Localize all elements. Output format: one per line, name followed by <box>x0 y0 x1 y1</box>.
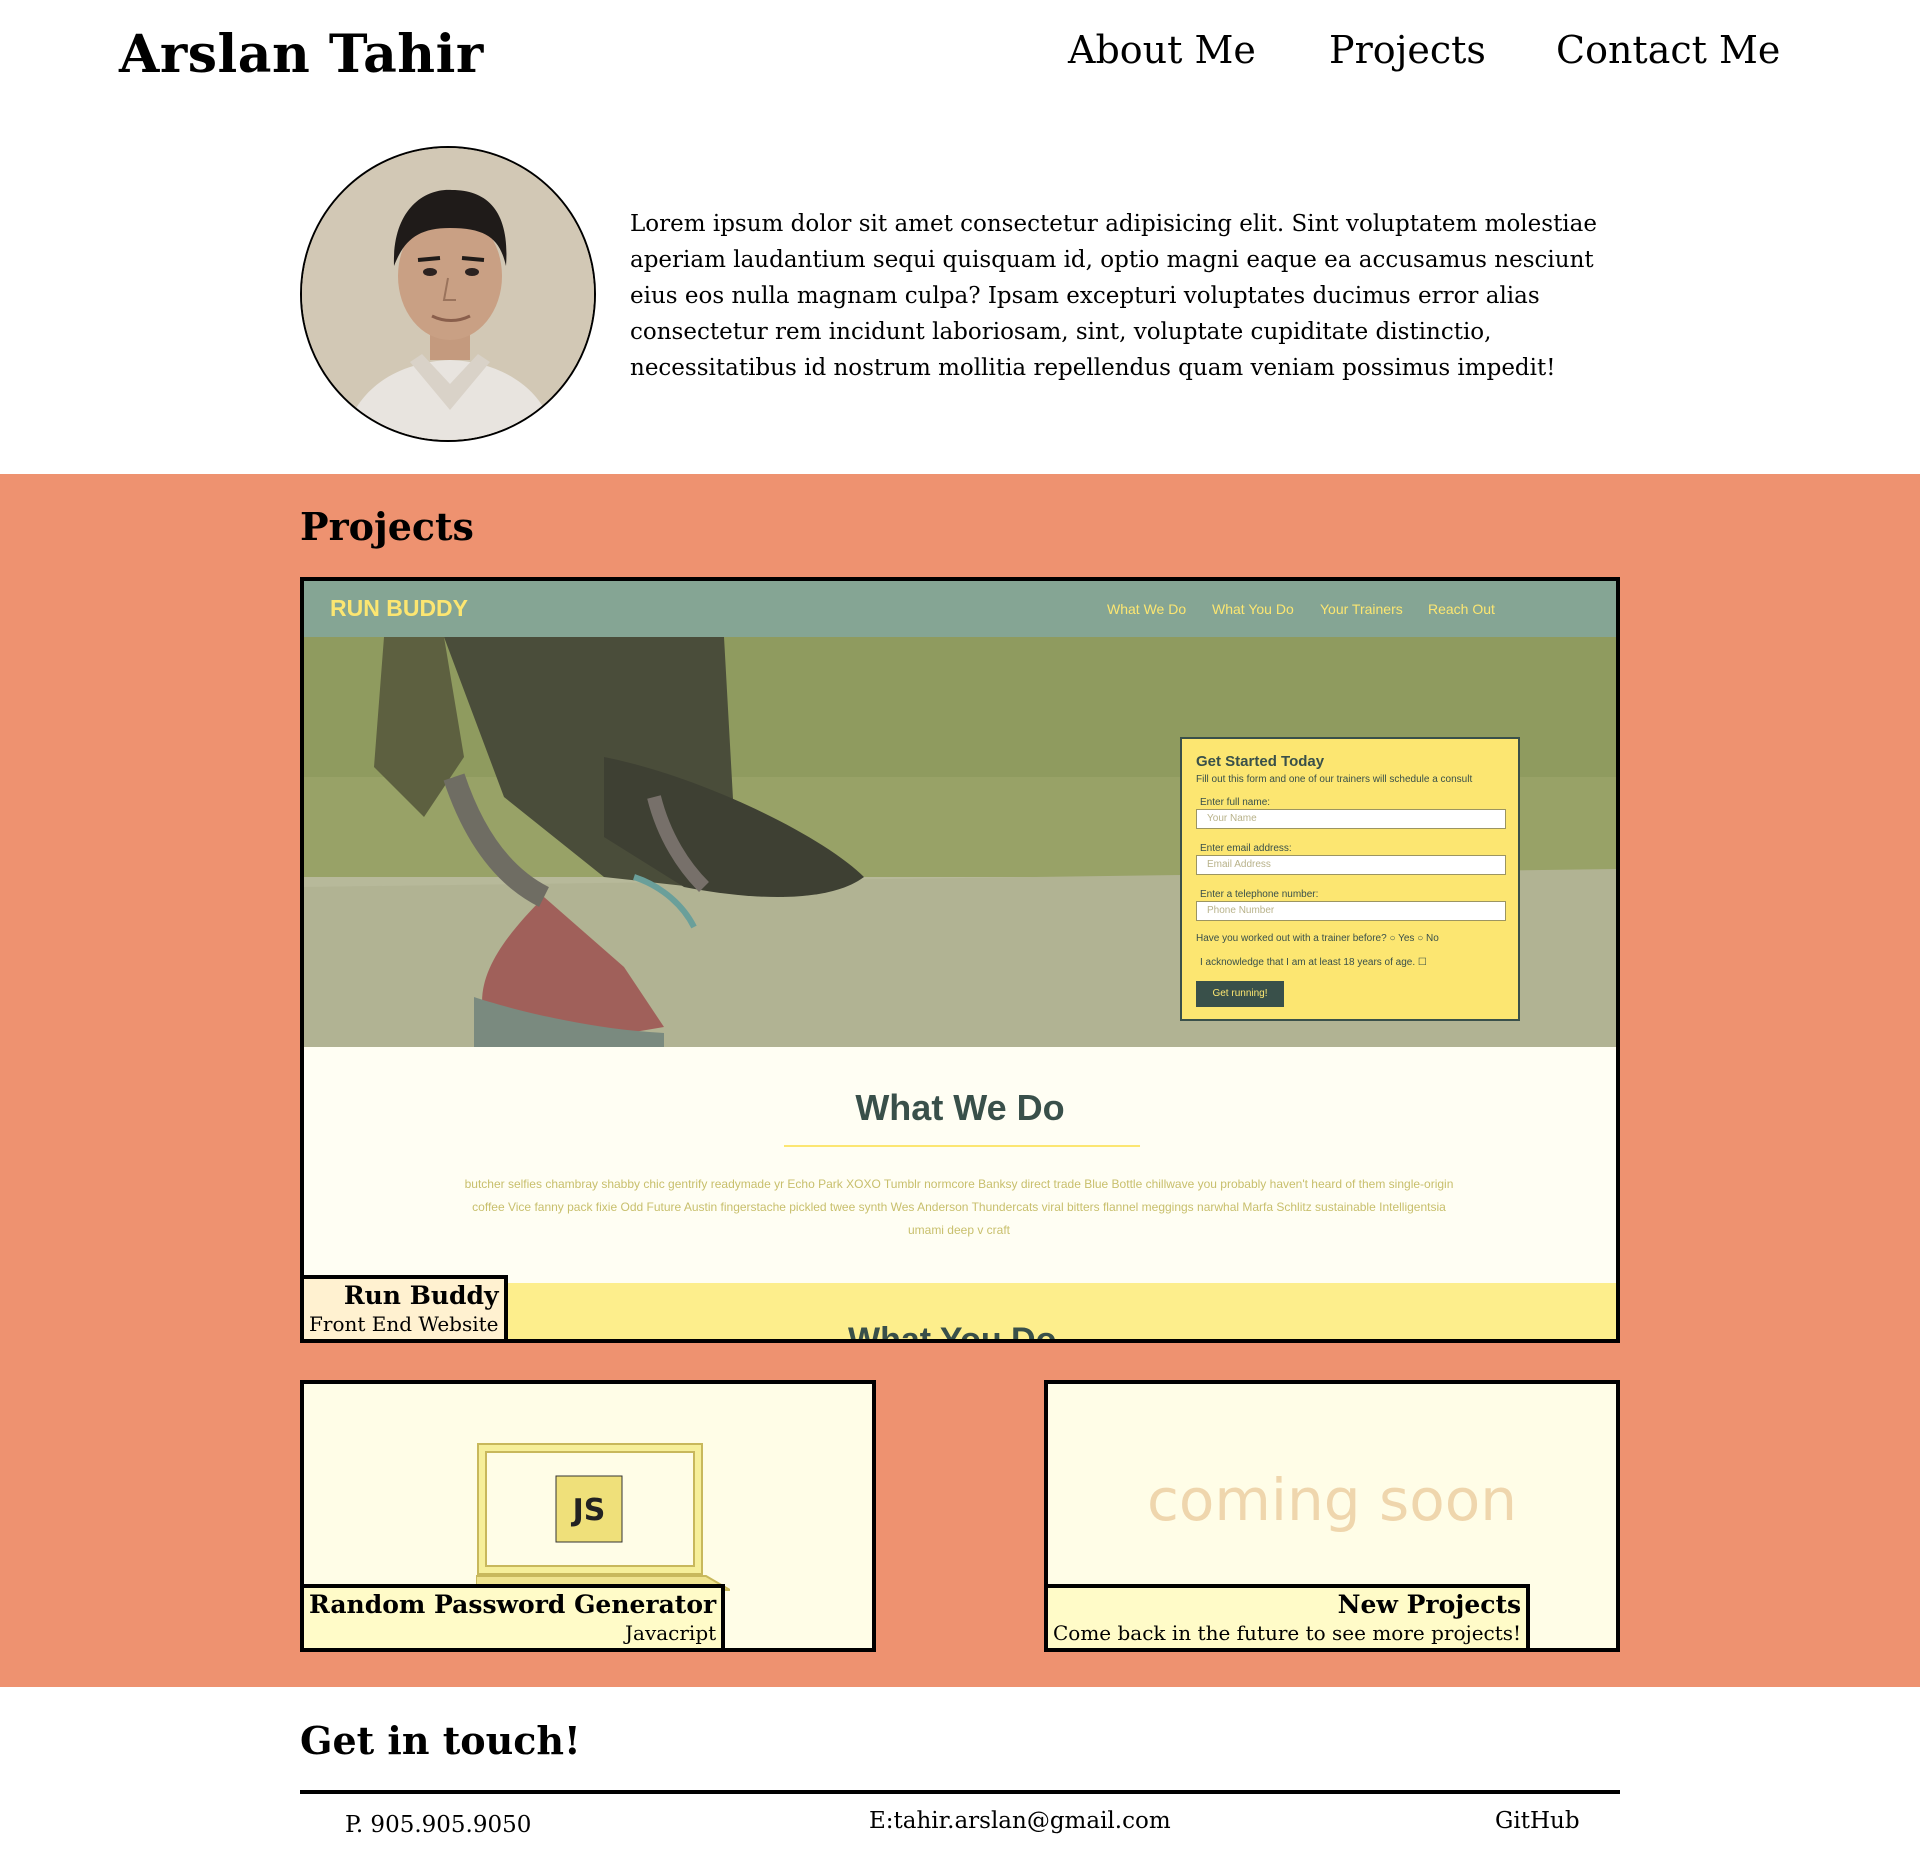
radio-no-label: No <box>1426 933 1439 944</box>
trainer-question: Have you worked out with a trainer befor… <box>1196 933 1439 944</box>
project-card-password-generator[interactable]: JS Random Password Generator Javacript <box>300 1380 876 1652</box>
contact-heading: Get in touch! <box>300 1718 581 1763</box>
nav-about-me[interactable]: About Me <box>1068 28 1256 72</box>
laptop-js-icon: JS <box>476 1443 730 1591</box>
get-running-button: Get running! <box>1196 981 1284 1007</box>
project-subtitle: Come back in the future to see more proj… <box>1053 1621 1522 1645</box>
project-title: New Projects <box>1337 1590 1522 1619</box>
project-subtitle: Javacript <box>625 1621 717 1645</box>
run-buddy-nav-item: What You Do <box>1212 601 1294 617</box>
trainer-question-text: Have you worked out with a trainer befor… <box>1196 933 1387 944</box>
project-label: Random Password Generator Javacript <box>304 1584 726 1648</box>
contact-phone[interactable]: P. 905.905.9050 <box>345 1812 531 1838</box>
run-buddy-nav-item: What We Do <box>1107 601 1187 617</box>
project-subtitle: Front End Website <box>309 1312 499 1336</box>
site-header: Arslan Tahir About Me Projects Contact M… <box>0 0 1920 110</box>
field-label: Enter a telephone number: <box>1200 889 1319 900</box>
what-we-do-heading: What We Do <box>855 1087 1065 1128</box>
site-brand[interactable]: Arslan Tahir <box>119 24 484 85</box>
run-buddy-signup-form: Get Started Today Fill out this form and… <box>1180 737 1520 1021</box>
age-acknowledgement-text: I acknowledge that I am at least 18 year… <box>1200 957 1416 968</box>
radio-yes-label: Yes <box>1398 933 1415 944</box>
age-checkbox: ☐ <box>1417 957 1427 968</box>
project-label: New Projects Come back in the future to … <box>1048 1584 1531 1648</box>
radio-no: ○ <box>1417 933 1427 944</box>
email-field: Email Address <box>1196 855 1506 875</box>
profile-avatar <box>300 146 596 442</box>
contact-divider <box>300 1790 1620 1794</box>
contact-email-link[interactable]: E:tahir.arslan@gmail.com <box>869 1808 1171 1834</box>
run-buddy-nav-item: Reach Out <box>1428 601 1495 617</box>
name-field: Your Name <box>1196 809 1506 829</box>
run-buddy-nav-item: Your Trainers <box>1320 601 1403 617</box>
js-icon-label: JS <box>571 1493 606 1528</box>
phone-field: Phone Number <box>1196 901 1506 921</box>
form-subtitle: Fill out this form and one of our traine… <box>1196 774 1473 785</box>
run-buddy-what-we-do: What We Do butcher selfies chambray shab… <box>304 1047 1616 1283</box>
age-acknowledgement: I acknowledge that I am at least 18 year… <box>1200 957 1427 968</box>
project-card-run-buddy[interactable]: RUN BUDDY What We Do What You Do Your Tr… <box>300 577 1620 1343</box>
coming-soon-text: coming soon <box>1147 1466 1517 1534</box>
run-buddy-hero-image: Get Started Today Fill out this form and… <box>304 637 1616 1047</box>
project-label: Run Buddy Front End Website <box>304 1275 508 1339</box>
what-we-do-text: butcher selfies chambray shabby chic gen… <box>464 1177 1454 1237</box>
nav-contact-me[interactable]: Contact Me <box>1556 28 1780 72</box>
nav-projects[interactable]: Projects <box>1329 28 1486 72</box>
heading-underline <box>784 1145 1140 1147</box>
what-you-do-heading: What You Do <box>848 1321 1057 1343</box>
profile-photo <box>302 148 594 440</box>
run-buddy-preview-nav: RUN BUDDY What We Do What You Do Your Tr… <box>304 581 1616 637</box>
projects-heading: Projects <box>300 504 474 549</box>
contact-github-link[interactable]: GitHub <box>1495 1808 1580 1834</box>
projects-section: Projects RUN BUDDY What We Do What You D… <box>0 474 1920 1687</box>
project-title: Run Buddy <box>343 1281 499 1310</box>
run-buddy-logo: RUN BUDDY <box>330 595 468 621</box>
form-title: Get Started Today <box>1196 753 1325 770</box>
project-title: Random Password Generator <box>309 1590 717 1619</box>
field-label: Enter full name: <box>1200 797 1271 808</box>
field-label: Enter email address: <box>1200 843 1292 854</box>
project-card-new-projects[interactable]: coming soon New Projects Come back in th… <box>1044 1380 1620 1652</box>
about-text: Lorem ipsum dolor sit amet consectetur a… <box>630 211 1597 381</box>
radio-yes: ○ <box>1389 933 1399 944</box>
